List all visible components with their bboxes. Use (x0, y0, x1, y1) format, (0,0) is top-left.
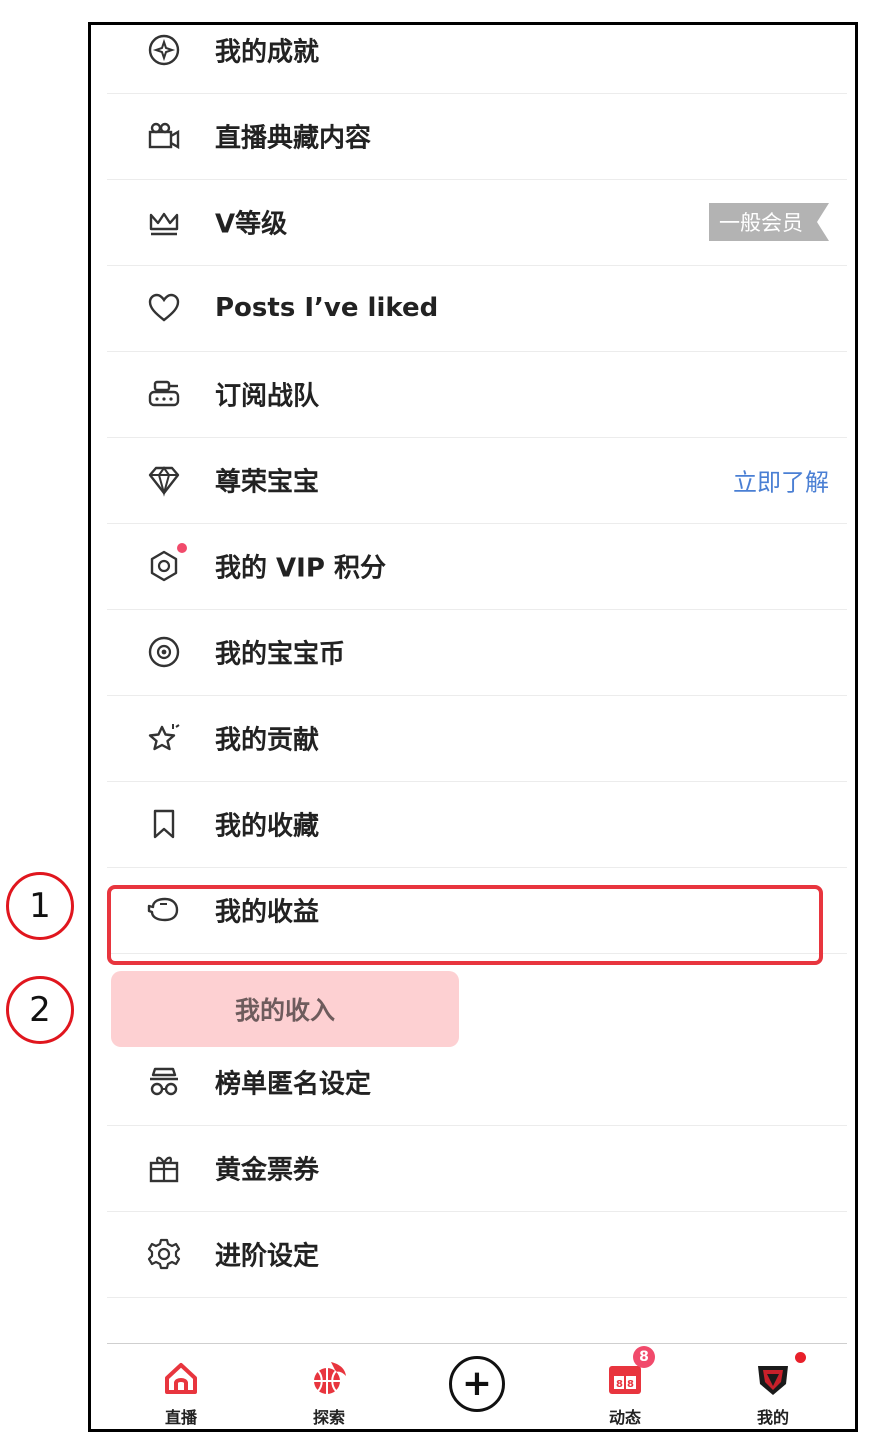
menu-item-v-level[interactable]: V等级 一般会员 (107, 179, 847, 266)
menu-item-gold-tickets[interactable]: 黄金票券 (107, 1125, 847, 1212)
tab-feed[interactable]: 88 8 动态 (565, 1344, 685, 1429)
menu-item-label: 订阅战队 (215, 381, 320, 412)
achievement-icon (147, 33, 181, 67)
plus-icon: + (449, 1356, 505, 1412)
home-icon (161, 1358, 201, 1398)
menu-item-posts-liked[interactable]: Posts I’ve liked (107, 265, 847, 352)
tab-mine[interactable]: 我的 (713, 1344, 833, 1429)
bottom-tab-bar: 直播 探索 + 88 8 动态 我的 (107, 1343, 847, 1429)
menu-item-achievements[interactable]: 我的成就 (107, 25, 847, 94)
heart-icon (147, 291, 181, 325)
notification-dot (795, 1352, 806, 1363)
svg-text:8: 8 (616, 1379, 623, 1390)
menu-item-label: 进阶设定 (215, 1241, 320, 1272)
vip-points-icon (147, 549, 181, 583)
tab-label: 我的 (756, 1408, 789, 1427)
menu-item-vip-points[interactable]: 我的 VIP 积分 (107, 523, 847, 610)
menu-item-label: 我的成就 (215, 37, 320, 68)
tab-live[interactable]: 直播 (121, 1344, 241, 1429)
income-tooltip: 我的收入 (111, 971, 459, 1047)
menu-item-label: Posts I’ve liked (215, 293, 439, 323)
menu-item-favorites[interactable]: 我的收藏 (107, 781, 847, 868)
menu-item-live-collection[interactable]: 直播典藏内容 (107, 93, 847, 180)
tab-label: 动态 (608, 1408, 641, 1427)
tab-label: 探索 (312, 1408, 345, 1427)
menu-item-label: 尊荣宝宝 (215, 467, 320, 498)
menu-item-contributions[interactable]: 我的贡献 (107, 695, 847, 782)
menu-item-label: 我的收藏 (215, 811, 320, 842)
menu-item-anonymous-ranking[interactable]: 榜单匿名设定 (107, 1039, 847, 1126)
video-camera-icon (147, 119, 181, 153)
menu-item-subscribed-teams[interactable]: 订阅战队 (107, 351, 847, 438)
menu-item-label: 直播典藏内容 (215, 123, 372, 154)
coin-icon (147, 635, 181, 669)
annotation-marker-2: 2 (6, 976, 74, 1044)
tab-explore[interactable]: 探索 (269, 1344, 389, 1429)
menu-item-advanced-settings[interactable]: 进阶设定 (107, 1211, 847, 1298)
menu-item-honor-baby[interactable]: 尊荣宝宝 立即了解 (107, 437, 847, 524)
diamond-icon (147, 463, 181, 497)
notification-dot (177, 543, 187, 553)
member-level-badge: 一般会员 (709, 203, 829, 241)
notification-count-badge: 8 (633, 1346, 655, 1368)
basketball-fire-icon (309, 1358, 349, 1398)
app-frame: 我的成就 直播典藏内容 V等级 一般会员 Posts I’ve liked 订阅… (88, 22, 858, 1432)
learn-more-link[interactable]: 立即了解 (733, 463, 829, 498)
menu-item-label: 黄金票券 (215, 1155, 320, 1186)
crown-icon (147, 205, 181, 239)
menu-item-baby-coins[interactable]: 我的宝宝币 (107, 609, 847, 696)
star-icon (147, 721, 181, 755)
anonymous-icon (147, 1065, 181, 1099)
tab-label: 直播 (164, 1408, 197, 1427)
highlight-box (107, 885, 823, 965)
bookmark-icon (147, 807, 181, 841)
tab-create[interactable]: + (417, 1344, 537, 1429)
team-avatar-icon (753, 1358, 793, 1398)
menu-item-label: 我的贡献 (215, 725, 320, 756)
svg-text:8: 8 (627, 1379, 634, 1390)
tank-icon (147, 377, 181, 411)
annotation-marker-1: 1 (6, 872, 74, 940)
settings-gear-icon (147, 1237, 181, 1271)
menu-item-label: 我的 VIP 积分 (215, 553, 386, 584)
menu-item-label: 我的宝宝币 (215, 639, 346, 670)
gift-icon (147, 1151, 181, 1185)
menu-item-label: 榜单匿名设定 (215, 1069, 372, 1100)
menu-item-label: V等级 (215, 209, 288, 240)
